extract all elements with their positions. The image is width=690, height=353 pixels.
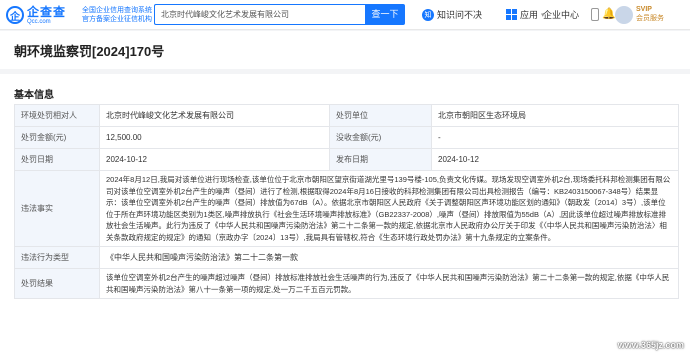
section-title: 基本信息 (14, 90, 54, 101)
search-button[interactable]: 查一下 (365, 4, 405, 25)
top-header: 企 企查查 Qcc.com 全国企业信用查询系统 官方备案企业征信机构 北京时代… (0, 0, 690, 30)
logo-name: 企查查 (27, 4, 67, 19)
facts-value: 2024年8月12日,我局对该单位进行现场检查,该单位位于北京市朝阳区望京街道湖… (99, 170, 679, 247)
dept-value: 北京市朝阳区生态环境局 (431, 104, 679, 127)
label-date: 处罚日期 (14, 148, 100, 171)
label-publish-date: 发布日期 (329, 148, 432, 171)
label-dept: 处罚单位 (329, 104, 432, 127)
watermark: www.365jz.com (617, 340, 684, 350)
amount-value: 12,500.00 (99, 126, 330, 149)
user-avatar[interactable] (615, 6, 633, 24)
nav-apps[interactable]: 应用 ▾ (506, 8, 545, 21)
basic-info-table: 环境处罚相对人 北京时代峰峻文化艺术发展有限公司 处罚单位 北京市朝阳区生态环境… (14, 104, 679, 299)
label-violation-type: 违法行为类型 (14, 246, 100, 269)
confiscated-value: - (431, 126, 679, 149)
table-row: 处罚日期 2024-10-12 发布日期 2024-10-12 (14, 148, 679, 171)
label-result: 处罚结果 (14, 268, 100, 299)
nav-enterprise-center[interactable]: 企业中心 (543, 8, 579, 21)
bell-icon[interactable]: 🔔 (602, 8, 616, 20)
title-bar: 朝环境监察罚[2024]170号 (0, 31, 690, 69)
search-input[interactable]: 北京时代峰峻文化艺术发展有限公司 (154, 4, 365, 25)
label-amount: 处罚金额(元) (14, 126, 100, 149)
page-title: 朝环境监察罚[2024]170号 (14, 44, 165, 59)
basic-info-panel: 基本信息 环境处罚相对人 北京时代峰峻文化艺术发展有限公司 处罚单位 北京市朝阳… (0, 74, 690, 353)
label-facts: 违法事实 (14, 170, 100, 247)
label-party: 环境处罚相对人 (14, 104, 100, 127)
site-logo[interactable]: 企 企查查 Qcc.com (6, 4, 66, 26)
date-value: 2024-10-12 (99, 148, 330, 171)
svip-badge[interactable]: SVIP 会员服务 (636, 5, 664, 23)
mobile-phone-icon[interactable] (591, 8, 599, 21)
table-row: 环境处罚相对人 北京时代峰峻文化艺术发展有限公司 处罚单位 北京市朝阳区生态环境… (14, 104, 679, 127)
table-row: 违法事实 2024年8月12日,我局对该单位进行现场检查,该单位位于北京市朝阳区… (14, 170, 679, 247)
page: 企 企查查 Qcc.com 全国企业信用查询系统 官方备案企业征信机构 北京时代… (0, 0, 690, 353)
party-link[interactable]: 北京时代峰峻文化艺术发展有限公司 (99, 104, 330, 127)
apps-grid-icon (506, 9, 517, 20)
nav-knowledge[interactable]: 知 知识问不决 (422, 8, 482, 21)
table-row: 处罚结果 该单位空调室外机2台产生的噪声超过噪声（昼间）排放标准排放社会生活噪声… (14, 268, 679, 299)
knowledge-icon: 知 (422, 8, 434, 21)
logo-domain: Qcc.com (27, 18, 51, 25)
table-row: 处罚金额(元) 12,500.00 没收金额(元) - (14, 126, 679, 149)
publish-date-value: 2024-10-12 (431, 148, 679, 171)
label-confiscated: 没收金额(元) (329, 126, 432, 149)
result-value: 该单位空调室外机2台产生的噪声超过噪声（昼间）排放标准排放社会生活噪声的行为,违… (99, 268, 679, 299)
table-row: 违法行为类型 《中华人民共和国噪声污染防治法》第二十二条第一款 (14, 246, 679, 269)
logo-mark-icon: 企 (6, 6, 24, 24)
site-tagline: 全国企业信用查询系统 官方备案企业征信机构 (82, 7, 152, 23)
violation-type-value: 《中华人民共和国噪声污染防治法》第二十二条第一款 (99, 246, 679, 269)
